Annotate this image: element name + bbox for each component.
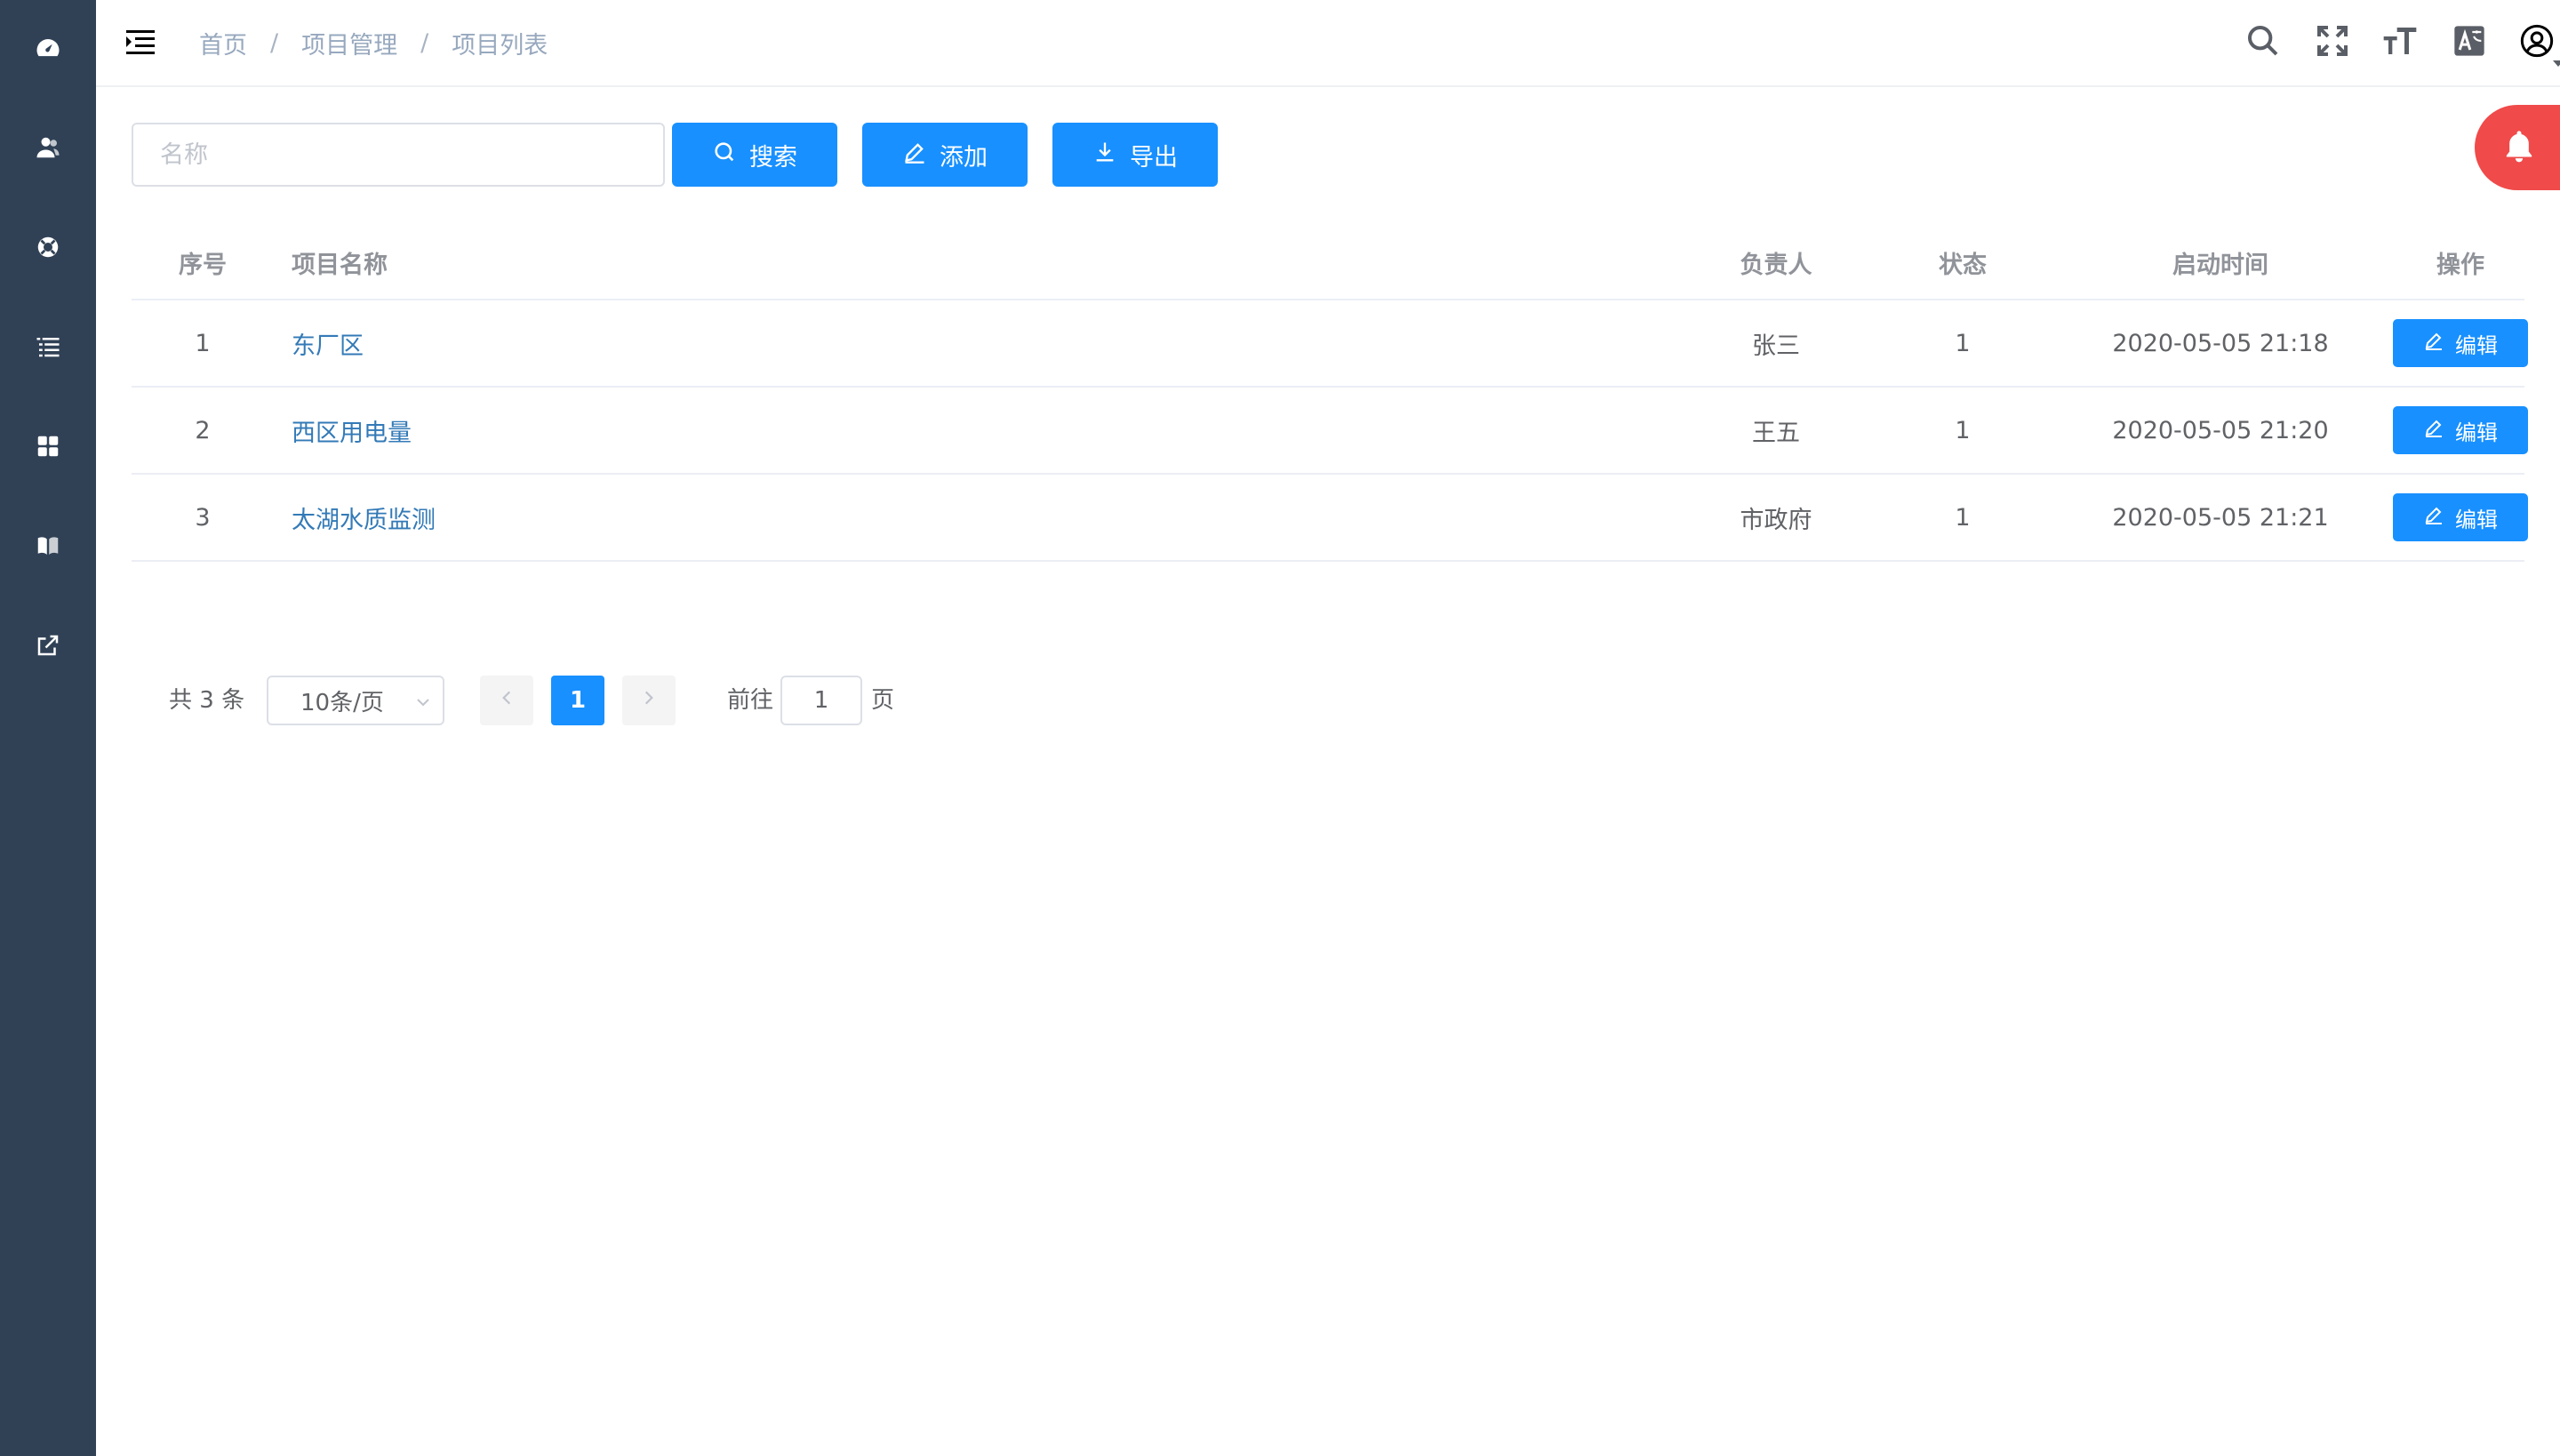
project-name-link[interactable]: 东厂区 (292, 326, 364, 361)
notification-button[interactable] (2475, 105, 2560, 190)
sidebar-item-support[interactable] (0, 199, 96, 299)
project-name-link[interactable]: 西区用电量 (292, 413, 412, 448)
list-icon (35, 333, 61, 364)
breadcrumb-separator: / (420, 28, 429, 57)
add-button-label: 添加 (940, 143, 988, 172)
fullscreen-button[interactable] (2313, 23, 2352, 62)
grid-icon (35, 433, 61, 463)
edit-pen-icon (902, 140, 927, 171)
goto-page-input[interactable] (780, 676, 862, 725)
sidebar (0, 0, 96, 1456)
search-button[interactable]: 搜索 (672, 123, 837, 187)
download-icon (1092, 140, 1117, 171)
sidebar-item-list[interactable] (0, 299, 96, 398)
search-icon (712, 140, 737, 171)
sidebar-item-components[interactable] (0, 398, 96, 498)
edit-button-label: 编辑 (2455, 332, 2498, 358)
project-name-link[interactable]: 太湖水质监测 (292, 500, 436, 535)
hamburger-toggle[interactable] (124, 27, 156, 59)
name-search-input[interactable] (132, 123, 665, 187)
sidebar-item-docs[interactable] (0, 498, 96, 597)
fullscreen-icon (2315, 23, 2350, 62)
search-icon (2245, 23, 2281, 62)
prev-page-button[interactable] (480, 676, 533, 725)
bell-icon (2501, 128, 2537, 167)
font-size-button[interactable] (2380, 23, 2420, 62)
row-index: 2 (195, 416, 211, 444)
edit-button-label: 编辑 (2455, 507, 2498, 532)
table-row: 2 西区用电量 王五 1 2020-05-05 21:20 编辑 (132, 388, 2528, 475)
header-status: 状态 (1939, 251, 1987, 279)
edit-pen-icon (2423, 417, 2444, 444)
add-button[interactable]: 添加 (862, 123, 1028, 187)
row-status: 1 (1955, 416, 1971, 444)
export-button-label: 导出 (1130, 143, 1178, 172)
project-table: 序号 项目名称 负责人 状态 启动时间 操作 1 东厂区 张三 1 2020-0… (132, 226, 2528, 562)
header-start-time: 启动时间 (2172, 251, 2268, 279)
external-link-icon (35, 632, 61, 662)
breadcrumb-project-list: 项目列表 (452, 31, 548, 60)
export-button[interactable]: 导出 (1052, 123, 1218, 187)
edit-button[interactable]: 编辑 (2393, 406, 2528, 454)
book-icon (35, 532, 61, 563)
header-project-name: 项目名称 (292, 251, 388, 279)
header-index: 序号 (179, 251, 227, 279)
row-owner: 张三 (1752, 332, 1800, 360)
header-search-button[interactable] (2244, 23, 2283, 62)
sidebar-item-external-link[interactable] (0, 597, 96, 697)
row-owner: 市政府 (1740, 506, 1812, 534)
header-action: 操作 (2436, 251, 2484, 279)
page-number-button[interactable]: 1 (551, 676, 604, 725)
edit-button[interactable]: 编辑 (2393, 319, 2528, 367)
search-button-label: 搜索 (749, 143, 797, 172)
breadcrumb-separator: / (270, 28, 279, 57)
page-size-select[interactable]: 10条/页 (267, 676, 444, 725)
row-status: 1 (1955, 329, 1971, 357)
breadcrumb-home[interactable]: 首页 (199, 26, 247, 60)
user-avatar-icon (2519, 23, 2555, 62)
edit-button-label: 编辑 (2455, 420, 2498, 445)
language-button[interactable] (2450, 23, 2489, 62)
pagination-total: 共 3 条 (169, 687, 245, 714)
table-header: 序号 项目名称 负责人 状态 启动时间 操作 (132, 226, 2524, 300)
navbar: 首页 / 项目管理 / 项目列表 (96, 0, 2560, 87)
row-start-time: 2020-05-05 21:21 (2112, 503, 2329, 532)
users-icon (35, 134, 61, 164)
row-status: 1 (1955, 503, 1971, 532)
edit-button[interactable]: 编辑 (2393, 493, 2528, 541)
row-start-time: 2020-05-05 21:20 (2112, 416, 2329, 444)
row-start-time: 2020-05-05 21:18 (2112, 329, 2329, 357)
translate-icon (2452, 23, 2487, 62)
page-suffix-label: 页 (871, 687, 895, 714)
row-owner: 王五 (1752, 419, 1800, 447)
lifebuoy-icon (35, 234, 61, 264)
edit-pen-icon (2423, 504, 2444, 531)
next-page-button[interactable] (622, 676, 676, 725)
page-size-value: 10条/页 (300, 689, 384, 716)
caret-down-icon[interactable] (2551, 55, 2560, 67)
chevron-left-icon (497, 687, 516, 714)
row-index: 1 (195, 329, 211, 357)
breadcrumb: 首页 / 项目管理 / 项目列表 (199, 26, 548, 60)
app-root: 首页 / 项目管理 / 项目列表 名称 搜索 添加 导出 序号 项目名称 负责人… (0, 0, 2560, 1456)
chevron-right-icon (639, 687, 659, 714)
dashboard-icon (35, 35, 61, 65)
edit-pen-icon (2423, 330, 2444, 356)
table-row: 3 太湖水质监测 市政府 1 2020-05-05 21:21 编辑 (132, 475, 2528, 562)
breadcrumb-project-management[interactable]: 项目管理 (301, 26, 397, 60)
row-index: 3 (195, 503, 211, 532)
menu-fold-icon (124, 30, 156, 62)
sidebar-item-dashboard[interactable] (0, 0, 96, 100)
table-row: 1 东厂区 张三 1 2020-05-05 21:18 编辑 (132, 300, 2528, 388)
font-size-icon (2382, 23, 2418, 62)
header-owner: 负责人 (1740, 251, 1812, 279)
sidebar-item-users[interactable] (0, 100, 96, 199)
goto-label: 前往 (727, 687, 774, 714)
